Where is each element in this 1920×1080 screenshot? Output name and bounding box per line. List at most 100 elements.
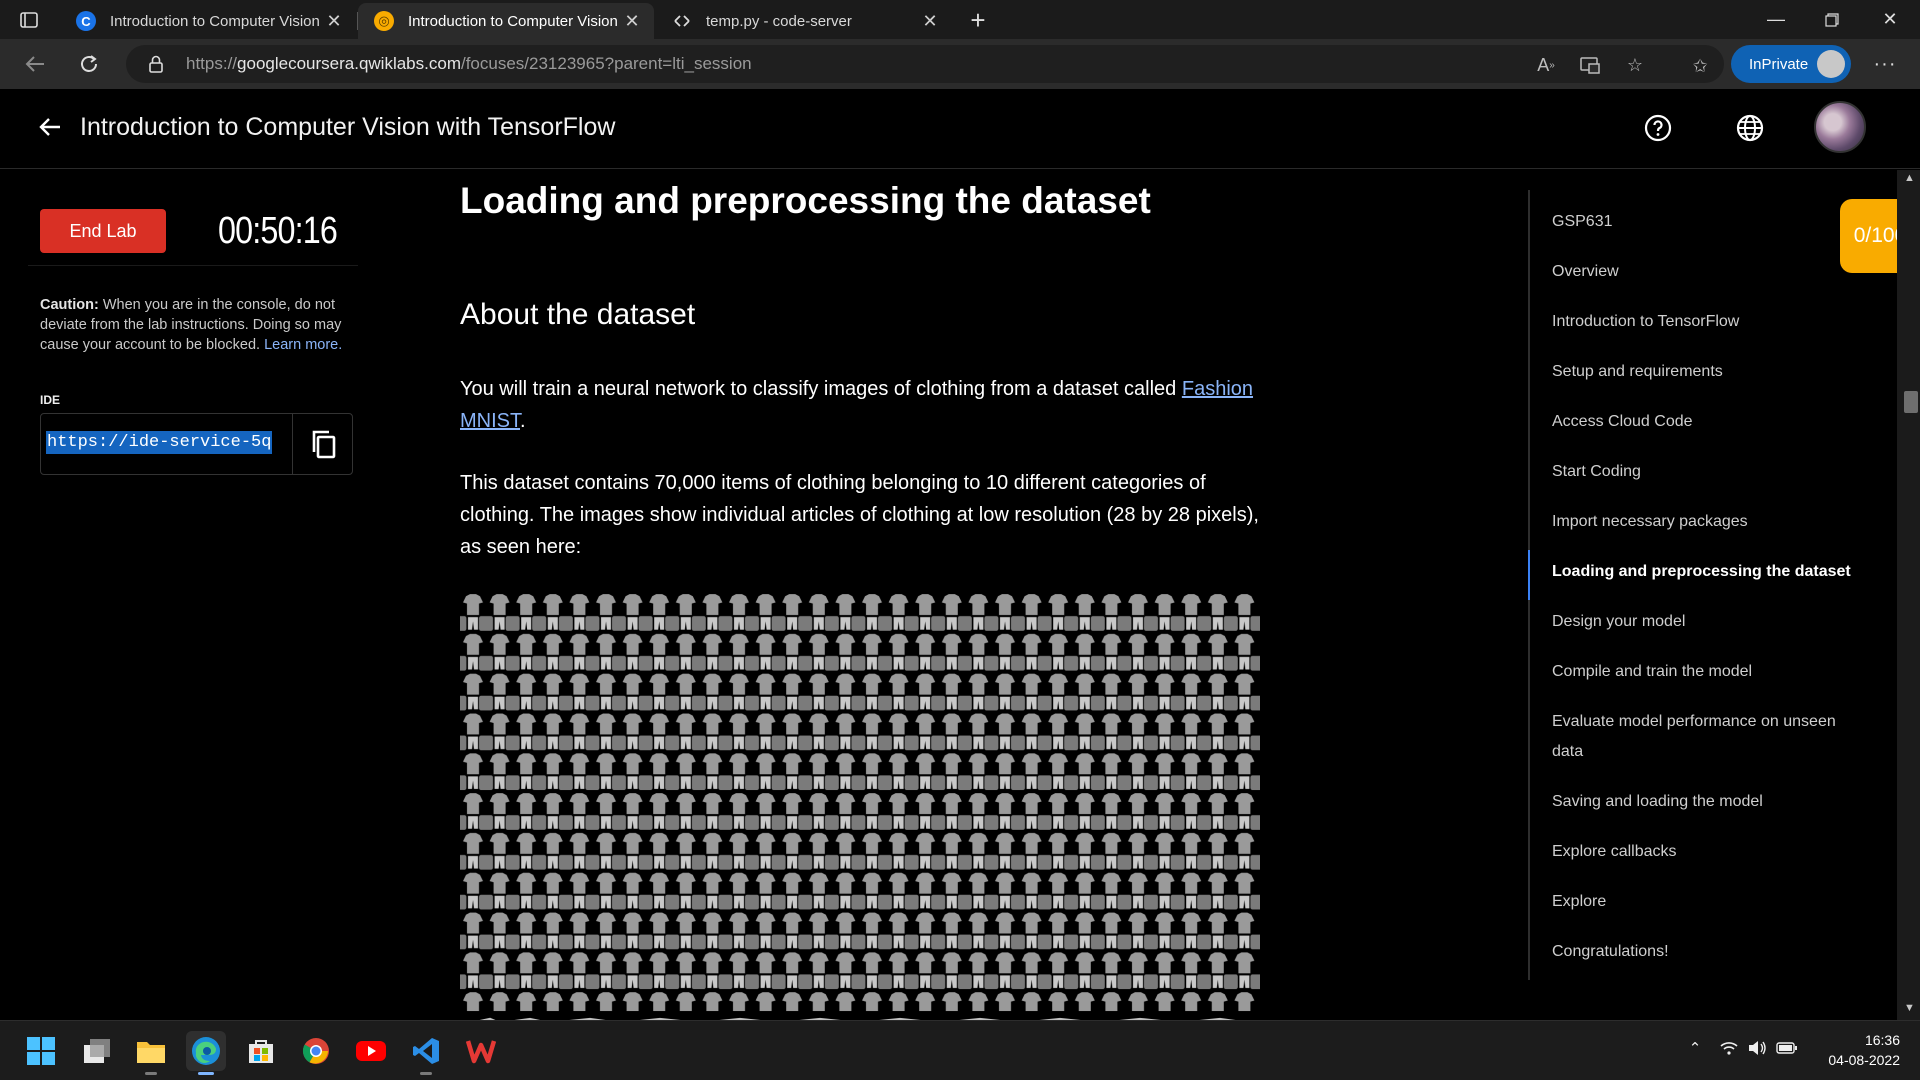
code-server-favicon-icon bbox=[674, 15, 690, 27]
url-text[interactable]: https://googlecoursera.qwiklabs.com/focu… bbox=[186, 54, 752, 74]
show-hidden-icons-icon[interactable]: ⌃ bbox=[1684, 1036, 1706, 1060]
toc-item-setup[interactable]: Setup and requirements bbox=[1552, 357, 1862, 387]
toc-item-loading-dataset[interactable]: Loading and preprocessing the dataset bbox=[1552, 557, 1862, 587]
browser-toolbar: https://googlecoursera.qwiklabs.com/focu… bbox=[0, 39, 1920, 89]
running-indicator bbox=[420, 1072, 432, 1075]
lab-header: Introduction to Computer Vision with Ten… bbox=[0, 89, 1920, 169]
url-host: googlecoursera.qwiklabs.com bbox=[237, 54, 461, 73]
settings-more-button[interactable]: ··· bbox=[1870, 49, 1900, 79]
tab-title: temp.py - code-server bbox=[706, 12, 852, 30]
coursera-favicon-icon: C bbox=[76, 11, 96, 31]
url-path: /focuses/23123965?parent=lti_session bbox=[460, 54, 752, 73]
toc-item-intro-tensorflow[interactable]: Introduction to TensorFlow bbox=[1552, 307, 1862, 337]
read-aloud-icon[interactable]: A» bbox=[1534, 53, 1558, 77]
close-window-button[interactable]: ✕ bbox=[1862, 0, 1918, 39]
fashion-mnist-image bbox=[460, 592, 1260, 1032]
wps-office-icon[interactable] bbox=[461, 1031, 501, 1071]
new-tab-button[interactable]: + bbox=[963, 5, 993, 35]
copy-icon[interactable] bbox=[309, 428, 339, 460]
toc-item-explore[interactable]: Explore bbox=[1552, 887, 1862, 917]
back-button[interactable] bbox=[18, 47, 52, 81]
tab-title: Introduction to Computer Vision bbox=[110, 12, 320, 30]
lab-control-panel: End Lab 00:50:16 Caution: When you are i… bbox=[0, 170, 380, 1020]
toc-item-saving-loading[interactable]: Saving and loading the model bbox=[1552, 787, 1862, 817]
profile-avatar[interactable] bbox=[1814, 101, 1866, 153]
tab-actions-icon[interactable] bbox=[18, 9, 40, 31]
page-scrollbar[interactable]: ▲ ▼ bbox=[1897, 170, 1920, 1020]
caution-label: Caution: bbox=[40, 297, 99, 313]
toc-item-congratulations[interactable]: Congratulations! bbox=[1552, 937, 1862, 967]
browser-tab-3[interactable]: temp.py - code-server ✕ bbox=[656, 3, 952, 39]
vscode-icon[interactable] bbox=[406, 1031, 446, 1075]
refresh-icon bbox=[81, 55, 97, 72]
minimize-button[interactable]: — bbox=[1748, 0, 1804, 39]
scrollbar-thumb[interactable] bbox=[1904, 391, 1918, 413]
qwiklabs-favicon-icon: ◎ bbox=[374, 11, 394, 31]
ide-url-field[interactable]: https://ide-service-5q bbox=[46, 419, 292, 471]
lab-timer: 00:50:16 bbox=[218, 210, 338, 252]
url-scheme: https:// bbox=[186, 54, 238, 73]
inprivate-avatar bbox=[1817, 50, 1845, 78]
refresh-button[interactable] bbox=[72, 47, 106, 81]
windows-taskbar: ⌃ 16:36 04-08-2022 bbox=[0, 1020, 1920, 1080]
toc-item-gsp631[interactable]: GSP631 bbox=[1552, 207, 1862, 237]
section-subheading: About the dataset bbox=[460, 298, 696, 331]
inprivate-label: InPrivate bbox=[1749, 55, 1809, 73]
edge-icon[interactable] bbox=[186, 1031, 226, 1075]
running-indicator bbox=[145, 1072, 157, 1075]
end-lab-button[interactable]: End Lab bbox=[40, 209, 166, 253]
ide-url-box: https://ide-service-5q bbox=[40, 413, 353, 475]
ide-divider bbox=[292, 414, 293, 474]
tab-title: Introduction to Computer Vision bbox=[408, 12, 618, 30]
battery-icon[interactable] bbox=[1776, 1036, 1798, 1060]
app-available-icon[interactable] bbox=[1578, 53, 1602, 77]
restore-button[interactable] bbox=[1804, 0, 1860, 39]
toc-item-access-cloud-code[interactable]: Access Cloud Code bbox=[1552, 407, 1862, 437]
add-favorite-icon[interactable]: ☆ bbox=[1623, 53, 1647, 77]
scroll-down-icon[interactable]: ▼ bbox=[1904, 1002, 1915, 1014]
chrome-icon[interactable] bbox=[296, 1031, 336, 1071]
windows-start-icon[interactable] bbox=[21, 1031, 61, 1071]
active-section-marker bbox=[1528, 550, 1530, 600]
toc-item-start-coding[interactable]: Start Coding bbox=[1552, 457, 1862, 487]
back-arrow-icon bbox=[25, 56, 44, 72]
globe-icon[interactable] bbox=[1735, 113, 1765, 143]
learn-more-link[interactable]: Learn more. bbox=[264, 337, 342, 353]
wifi-icon[interactable] bbox=[1718, 1036, 1740, 1060]
restore-icon bbox=[1825, 12, 1839, 27]
ide-label: IDE bbox=[40, 393, 61, 407]
caution-message: Caution: When you are in the console, do… bbox=[40, 295, 360, 355]
paragraph-intro-text: You will train a neural network to class… bbox=[460, 378, 1182, 400]
close-tab-icon[interactable]: ✕ bbox=[622, 11, 642, 31]
youtube-icon[interactable] bbox=[351, 1031, 391, 1071]
browser-tab-1[interactable]: C Introduction to Computer Vision ✕ bbox=[60, 3, 356, 39]
toc-item-overview[interactable]: Overview bbox=[1552, 257, 1862, 287]
close-tab-icon[interactable]: ✕ bbox=[324, 11, 344, 31]
address-bar[interactable]: https://googlecoursera.qwiklabs.com/focu… bbox=[126, 45, 1724, 83]
system-clock[interactable]: 16:36 04-08-2022 bbox=[1810, 1030, 1900, 1070]
lab-instructions: Loading and preprocessing the dataset Ab… bbox=[460, 170, 1260, 1032]
scroll-up-icon[interactable]: ▲ bbox=[1904, 172, 1915, 184]
back-arrow-icon[interactable] bbox=[36, 113, 64, 141]
toc-item-import-packages[interactable]: Import necessary packages bbox=[1552, 507, 1862, 537]
section-heading: Loading and preprocessing the dataset bbox=[460, 180, 1151, 221]
paragraph-dataset: This dataset contains 70,000 items of cl… bbox=[460, 472, 1259, 558]
toc-item-design-model[interactable]: Design your model bbox=[1552, 607, 1862, 637]
favorites-icon[interactable]: ✩ bbox=[1688, 54, 1712, 78]
paragraph-intro-end: . bbox=[520, 410, 526, 432]
lock-icon[interactable] bbox=[148, 55, 164, 73]
toc-item-compile-train[interactable]: Compile and train the model bbox=[1552, 657, 1862, 687]
volume-icon[interactable] bbox=[1746, 1036, 1768, 1060]
page-title: Introduction to Computer Vision with Ten… bbox=[80, 113, 616, 141]
task-view-icon[interactable] bbox=[77, 1031, 117, 1071]
ide-url-text[interactable]: https://ide-service-5q bbox=[46, 431, 273, 454]
inprivate-button[interactable]: InPrivate bbox=[1731, 45, 1851, 83]
browser-tab-2[interactable]: ◎ Introduction to Computer Vision ✕ bbox=[358, 3, 654, 39]
running-indicator bbox=[198, 1072, 214, 1075]
file-explorer-icon[interactable] bbox=[131, 1031, 171, 1075]
microsoft-store-icon[interactable] bbox=[241, 1031, 281, 1071]
toc-item-evaluate[interactable]: Evaluate model performance on unseen dat… bbox=[1552, 707, 1862, 767]
help-icon[interactable] bbox=[1643, 113, 1673, 143]
toc-item-explore-callbacks[interactable]: Explore callbacks bbox=[1552, 837, 1862, 867]
close-tab-icon[interactable]: ✕ bbox=[920, 11, 940, 31]
